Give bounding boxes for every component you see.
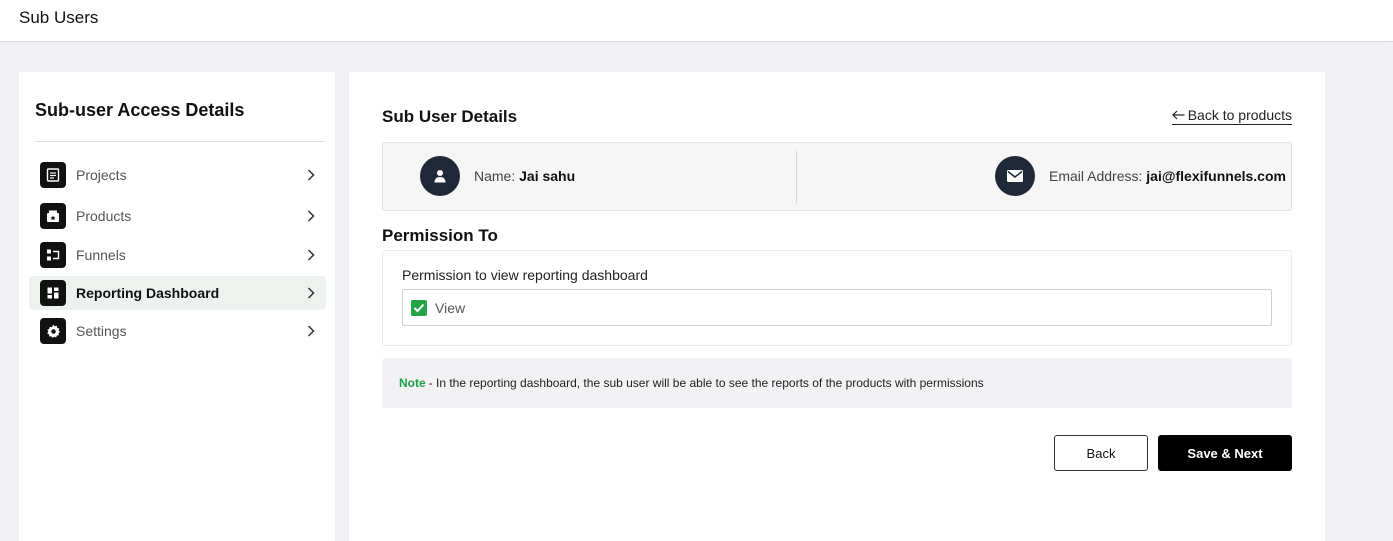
sidebar-item-projects[interactable]: Projects [29,158,326,192]
document-list-icon [40,162,66,188]
sidebar-item-label: Settings [76,323,127,339]
email-value: jai@flexifunnels.com [1146,168,1286,184]
view-permission-field: View [402,289,1272,326]
top-bar: Sub Users [0,0,1393,42]
view-checkbox[interactable] [411,299,427,316]
chevron-right-icon [304,168,318,182]
gear-icon [40,318,66,344]
name-value: Jai sahu [519,168,576,184]
product-box-icon [40,203,66,229]
check-icon [413,303,425,312]
sidebar-item-products[interactable]: Products [29,199,326,233]
sidebar-heading: Sub-user Access Details [35,100,245,120]
sidebar-item-label: Reporting Dashboard [76,285,220,301]
permission-title: Permission To [382,226,498,245]
email-label: Email Address: [1049,168,1143,184]
page-scrollbar[interactable] [1381,42,1393,541]
user-box-divider [796,151,797,203]
sidebar-item-funnels[interactable]: Funnels [29,238,326,272]
note-key: Note [399,376,426,390]
user-email: Email Address: jai@flexifunnels.com [1049,168,1286,184]
view-option-label: View [435,299,466,316]
section-title: Sub User Details [382,107,518,126]
back-link-label: Back to products [1187,107,1292,123]
main-panel: Sub User Details Back to products Name: … [349,72,1325,541]
note-text: - In the reporting dashboard, the sub us… [428,376,984,390]
chevron-right-icon [304,286,318,300]
sidebar-item-label: Funnels [76,247,126,263]
permission-label: Permission to view reporting dashboard [402,267,648,283]
arrow-left-icon [1171,107,1185,123]
chevron-right-icon [304,324,318,338]
sidebar-item-label: Products [76,208,132,224]
permission-box: Permission to view reporting dashboard V… [382,250,1292,346]
chevron-right-icon [304,209,318,223]
sidebar-item-settings[interactable]: Settings [29,314,326,348]
note-box: Note - In the reporting dashboard, the s… [382,358,1292,408]
user-name: Name: Jai sahu [474,168,575,184]
sidebar-item-label: Projects [76,167,127,183]
sidebar: Sub-user Access Details Projects Product… [19,72,335,541]
chevron-right-icon [304,248,318,262]
funnel-flow-icon [40,242,66,268]
sidebar-divider [35,141,325,142]
envelope-icon [995,156,1035,196]
sidebar-item-reporting-dashboard[interactable]: Reporting Dashboard [29,276,326,310]
user-details-box: Name: Jai sahu Email Address: jai@flexif… [382,142,1292,211]
save-next-button[interactable]: Save & Next [1158,435,1292,471]
name-label: Name: [474,168,516,184]
back-button[interactable]: Back [1054,435,1148,471]
dashboard-grid-icon [40,280,66,306]
page-title: Sub Users [19,8,99,27]
back-to-products-link[interactable]: Back to products [1171,107,1292,125]
user-avatar-icon [420,156,460,196]
